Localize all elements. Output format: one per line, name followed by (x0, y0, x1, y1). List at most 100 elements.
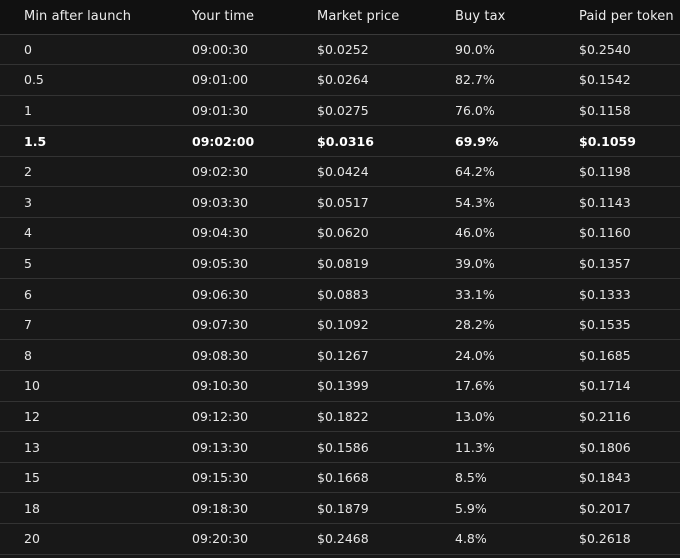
cell-paid-per-token: $0.1714 (579, 378, 631, 394)
cell-buy-tax: 39.0% (455, 255, 495, 271)
cell-buy-tax: 17.6% (455, 378, 495, 394)
cell-market-price: $0.0252 (317, 41, 369, 57)
cell-min-after-launch: 6 (24, 286, 32, 302)
table-row: 0 09:00:30 $0.0252 90.0% $0.2540 (0, 34, 680, 65)
cell-your-time: 09:03:30 (192, 194, 249, 210)
cell-your-time: 09:18:30 (192, 500, 249, 516)
column-header-paid-per-token: Paid per token (571, 0, 680, 35)
cell-market-price: $0.1399 (317, 378, 369, 394)
cell-your-time: 09:06:30 (192, 286, 249, 302)
cell-your-time: 09:05:30 (192, 255, 249, 271)
cell-paid-per-token: $0.2017 (579, 500, 631, 516)
cell-your-time: 09:15:30 (192, 470, 249, 486)
cell-market-price: $0.0819 (317, 255, 369, 271)
cell-buy-tax: 4.8% (455, 531, 487, 547)
cell-buy-tax: 69.9% (455, 133, 499, 149)
cell-min-after-launch: 4 (24, 225, 32, 241)
cell-market-price: $0.0620 (317, 225, 369, 241)
table-body: 0 09:00:30 $0.0252 90.0% $0.2540 0.5 09:01:00 $… (0, 34, 680, 555)
cell-buy-tax: 64.2% (455, 164, 495, 180)
cell-min-after-launch: 15 (24, 470, 40, 486)
launch-price-table: Min after launch Your time Market price … (0, 0, 680, 555)
cell-min-after-launch: 0.5 (24, 72, 44, 88)
cell-paid-per-token: $0.2618 (579, 531, 631, 547)
cell-market-price: $0.1879 (317, 500, 369, 516)
cell-market-price: $0.0264 (317, 72, 369, 88)
column-header-min-after-launch: Min after launch (0, 0, 184, 35)
table-row: 7 09:07:30 $0.1092 28.2% $0.1535 (0, 309, 680, 340)
cell-your-time: 09:12:30 (192, 408, 249, 424)
cell-your-time: 09:20:30 (192, 531, 249, 547)
cell-buy-tax: 11.3% (455, 439, 495, 455)
cell-buy-tax: 8.5% (455, 470, 487, 486)
table-row: 20 09:20:30 $0.2468 4.8% $0.2618 (0, 523, 680, 555)
cell-market-price: $0.1668 (317, 470, 369, 486)
cell-paid-per-token: $0.2116 (579, 408, 631, 424)
data-table-container: Min after launch Your time Market price … (0, 0, 680, 558)
cell-min-after-launch: 5 (24, 255, 32, 271)
cell-buy-tax: 5.9% (455, 500, 487, 516)
cell-paid-per-token: $0.1685 (579, 347, 631, 363)
cell-market-price: $0.0517 (317, 194, 369, 210)
cell-market-price: $0.1586 (317, 439, 369, 455)
cell-your-time: 09:01:30 (192, 102, 249, 118)
cell-paid-per-token: $0.1843 (579, 470, 631, 486)
cell-your-time: 09:02:00 (192, 133, 255, 149)
cell-market-price: $0.2468 (317, 531, 369, 547)
cell-your-time: 09:01:00 (192, 72, 249, 88)
cell-your-time: 09:07:30 (192, 317, 249, 333)
cell-buy-tax: 13.0% (455, 408, 495, 424)
table-row: 1 09:01:30 $0.0275 76.0% $0.1158 (0, 95, 680, 126)
cell-buy-tax: 28.2% (455, 317, 495, 333)
cell-paid-per-token: $0.1806 (579, 439, 631, 455)
table-row: 10 09:10:30 $0.1399 17.6% $0.1714 (0, 370, 680, 402)
table-row: 12 09:12:30 $0.1822 13.0% $0.2116 (0, 401, 680, 432)
cell-your-time: 09:04:30 (192, 225, 249, 241)
cell-market-price: $0.1267 (317, 347, 369, 363)
cell-market-price: $0.1822 (317, 408, 369, 424)
cell-min-after-launch: 8 (24, 347, 32, 363)
cell-your-time: 09:00:30 (192, 41, 249, 57)
table-row: 18 09:18:30 $0.1879 5.9% $0.2017 (0, 492, 680, 524)
table-row: 1.5 09:02:00 $0.0316 69.9% $0.1059 (0, 125, 680, 157)
cell-buy-tax: 46.0% (455, 225, 495, 241)
cell-min-after-launch: 7 (24, 317, 32, 333)
cell-buy-tax: 33.1% (455, 286, 495, 302)
cell-paid-per-token: $0.1158 (579, 102, 631, 118)
table-row: 3 09:03:30 $0.0517 54.3% $0.1143 (0, 186, 680, 218)
cell-market-price: $0.0316 (317, 133, 374, 149)
cell-min-after-launch: 10 (24, 378, 40, 394)
column-header-market-price: Market price (309, 0, 447, 35)
column-header-buy-tax: Buy tax (447, 0, 571, 35)
cell-your-time: 09:13:30 (192, 439, 249, 455)
cell-min-after-launch: 2 (24, 164, 32, 180)
cell-paid-per-token: $0.2540 (579, 41, 631, 57)
cell-paid-per-token: $0.1535 (579, 317, 631, 333)
table-row: 13 09:13:30 $0.1586 11.3% $0.1806 (0, 431, 680, 463)
cell-buy-tax: 82.7% (455, 72, 495, 88)
cell-min-after-launch: 1 (24, 102, 32, 118)
cell-min-after-launch: 12 (24, 408, 40, 424)
table-row: 5 09:05:30 $0.0819 39.0% $0.1357 (0, 248, 680, 279)
cell-min-after-launch: 1.5 (24, 133, 47, 149)
table-row: 8 09:08:30 $0.1267 24.0% $0.1685 (0, 339, 680, 371)
cell-min-after-launch: 13 (24, 439, 40, 455)
cell-min-after-launch: 18 (24, 500, 40, 516)
cell-paid-per-token: $0.1357 (579, 255, 631, 271)
cell-your-time: 09:08:30 (192, 347, 249, 363)
cell-paid-per-token: $0.1059 (579, 133, 636, 149)
table-row: 15 09:15:30 $0.1668 8.5% $0.1843 (0, 462, 680, 493)
cell-your-time: 09:02:30 (192, 164, 249, 180)
table-row: 2 09:02:30 $0.0424 64.2% $0.1198 (0, 156, 680, 187)
cell-paid-per-token: $0.1198 (579, 164, 631, 180)
cell-buy-tax: 54.3% (455, 194, 495, 210)
table-row: 0.5 09:01:00 $0.0264 82.7% $0.1542 (0, 64, 680, 96)
table-header: Min after launch Your time Market price … (0, 0, 680, 35)
cell-your-time: 09:10:30 (192, 378, 249, 394)
cell-buy-tax: 90.0% (455, 41, 495, 57)
cell-min-after-launch: 3 (24, 194, 32, 210)
cell-market-price: $0.0424 (317, 164, 369, 180)
table-row: 4 09:04:30 $0.0620 46.0% $0.1160 (0, 217, 680, 249)
cell-market-price: $0.1092 (317, 317, 369, 333)
cell-market-price: $0.0883 (317, 286, 369, 302)
